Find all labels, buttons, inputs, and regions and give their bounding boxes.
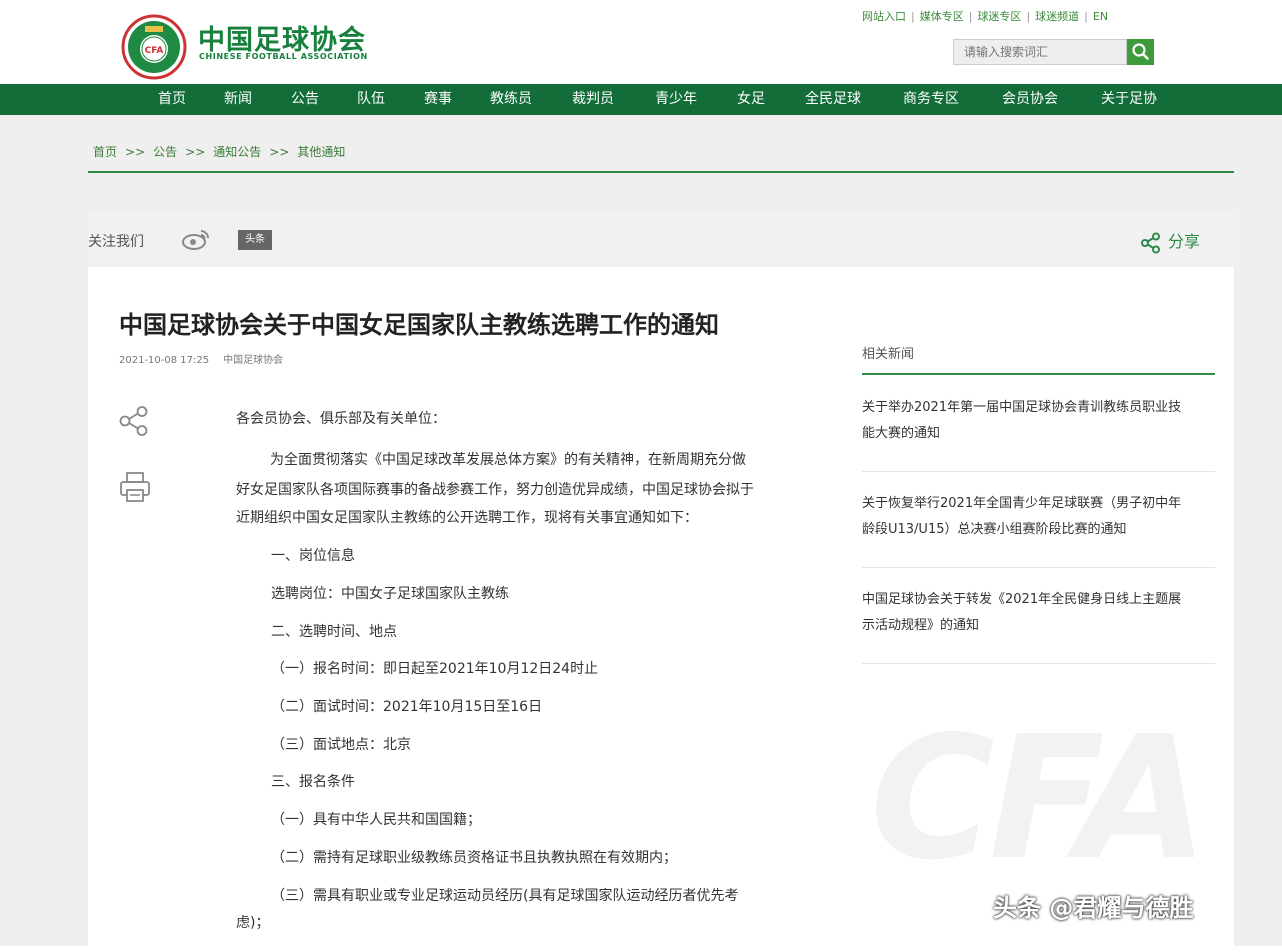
related-news-line: 能大赛的通知 (862, 426, 941, 441)
article-paragraph: （三）面试地点：北京 (271, 737, 411, 753)
related-news-line: 中国足球协会关于转发《2021年全民健身日线上主题展 (862, 592, 1182, 607)
breadcrumb-other-notices[interactable]: 其他通知 (297, 145, 345, 159)
nav-item-events[interactable]: 赛事 (424, 84, 452, 115)
related-news-divider (862, 373, 1215, 375)
article-paragraph: 三、报名条件 (271, 774, 355, 790)
follow-us-label: 关注我们 (88, 234, 144, 250)
share-label: 分享 (1168, 232, 1201, 251)
related-news-line: 关于举办2021年第一届中国足球协会青训教练员职业技 (862, 400, 1182, 415)
article-paragraph: 选聘岗位：中国女子足球国家队主教练 (271, 586, 509, 602)
nav-item-grassroots[interactable]: 全民足球 (805, 84, 861, 115)
related-news-item[interactable]: 关于举办2021年第一届中国足球协会青训教练员职业技 能大赛的通知 (862, 395, 1212, 447)
nav-item-teams[interactable]: 队伍 (357, 84, 385, 115)
nav-item-referees[interactable]: 裁判员 (572, 84, 614, 115)
article-date: 2021-10-08 17:25 (119, 355, 210, 366)
share-button[interactable]: 分享 (1140, 228, 1200, 254)
search-button[interactable] (1127, 39, 1154, 65)
print-icon[interactable] (118, 470, 152, 504)
article-paragraph: 一、岗位信息 (271, 548, 355, 564)
article-paragraph: 好女足国家队各项国际赛事的备战参赛工作，努力创造优异成绩，中国足球协会拟于 (236, 482, 754, 498)
top-link-fans[interactable]: 球迷专区 (977, 10, 1021, 23)
author-credit: 头条 @君耀与德胜 (993, 894, 1194, 922)
article-meta: 2021-10-08 17:25 中国足球协会 (119, 351, 283, 366)
share-icon (1141, 232, 1160, 253)
top-link-divider: | (968, 10, 973, 23)
article-paragraph: （一）具有中华人民共和国国籍； (271, 812, 481, 828)
top-link-divider: | (1084, 10, 1088, 23)
nav-item-news[interactable]: 新闻 (224, 84, 252, 115)
nav-item-home[interactable]: 首页 (158, 84, 186, 115)
cfa-watermark: CFA (870, 700, 1209, 898)
related-news-item[interactable]: 中国足球协会关于转发《2021年全民健身日线上主题展 示活动规程》的通知 (862, 587, 1212, 639)
article-paragraph: （一）报名时间：即日起至2021年10月12日24时止 (271, 661, 599, 677)
breadcrumb-announcements[interactable]: 通知公告 (213, 145, 261, 159)
search-icon (1132, 43, 1149, 60)
article-paragraph: 虑)； (236, 915, 270, 931)
related-news-item[interactable]: 关于恢复举行2021年全国青少年足球联赛（男子初中年 龄段U13/U15）总决赛… (862, 491, 1212, 543)
article-paragraph: 为全面贯彻落实《中国足球改革发展总体方案》的有关精神，在新周期充分做 (270, 452, 746, 468)
site-header: CFA 中国足球协会 CHINESE FOOTBALL ASSOCIATION … (0, 0, 1282, 84)
breadcrumb-separator: >> (269, 145, 290, 159)
article-paragraph: 各会员协会、俱乐部及有关单位： (236, 411, 446, 427)
breadcrumb: 首页 >> 公告 >> 通知公告 >> 其他通知 (93, 143, 345, 160)
related-news-separator (862, 567, 1215, 568)
nav-item-youth[interactable]: 青少年 (655, 84, 697, 115)
breadcrumb-divider (88, 171, 1234, 173)
article-paragraph: 近期组织中国女足国家队主教练的公开选聘工作，现将有关事宜通知如下： (236, 510, 698, 526)
breadcrumb-separator: >> (185, 145, 206, 159)
nav-item-women[interactable]: 女足 (737, 84, 765, 115)
top-link-english[interactable]: EN (1093, 10, 1108, 23)
related-news-heading: 相关新闻 (862, 347, 915, 362)
nav-item-business[interactable]: 商务专区 (903, 84, 959, 115)
main-nav: 首页 新闻 公告 队伍 赛事 教练员 裁判员 青少年 女足 全民足球 商务专区 … (0, 84, 1282, 115)
top-link-media[interactable]: 媒体专区 (920, 10, 964, 23)
nav-item-about[interactable]: 关于足协 (1101, 84, 1157, 115)
search-input[interactable] (953, 39, 1127, 65)
weibo-icon[interactable] (181, 227, 211, 251)
article-paragraph: （三）需具有职业或专业足球运动员经历(具有足球国家队运动经历者优先考 (271, 888, 739, 904)
nav-item-notices[interactable]: 公告 (291, 84, 319, 115)
article-paragraph: 二、选聘时间、地点 (271, 624, 397, 640)
article-share-icon[interactable] (118, 405, 150, 437)
toutiao-icon[interactable]: 头条 (238, 230, 272, 250)
top-link-divider: | (911, 10, 915, 23)
related-news-separator (862, 471, 1215, 472)
top-links: 网站入口 | 媒体专区 | 球迷专区 | 球迷频道 | EN (862, 8, 1108, 24)
related-news-line: 示活动规程》的通知 (862, 618, 980, 633)
top-link-divider: | (1026, 10, 1031, 23)
cfa-emblem-icon[interactable]: CFA (121, 14, 187, 80)
related-news-line: 龄段U13/U15）总决赛小组赛阶段比赛的通知 (862, 522, 1127, 537)
breadcrumb-home[interactable]: 首页 (93, 145, 117, 159)
article-paragraph: （二）面试时间：2021年10月15日至16日 (271, 699, 543, 715)
top-link-fan-channel[interactable]: 球迷频道 (1035, 10, 1079, 23)
related-news-separator (862, 663, 1215, 664)
article-source: 中国足球协会 (223, 355, 284, 366)
article-paragraph: （二）需持有足球职业级教练员资格证书且执教执照在有效期内； (271, 850, 677, 866)
related-news-line: 关于恢复举行2021年全国青少年足球联赛（男子初中年 (862, 496, 1182, 511)
nav-item-member-associations[interactable]: 会员协会 (1002, 84, 1058, 115)
emblem-text: CFA (145, 46, 164, 56)
breadcrumb-notices[interactable]: 公告 (153, 145, 177, 159)
logo-text-en: CHINESE FOOTBALL ASSOCIATION (199, 52, 368, 61)
search-box (953, 39, 1154, 65)
top-link-portal[interactable]: 网站入口 (862, 10, 906, 23)
article-title: 中国足球协会关于中国女足国家队主教练选聘工作的通知 (119, 311, 719, 339)
nav-item-coaches[interactable]: 教练员 (490, 84, 532, 115)
breadcrumb-separator: >> (125, 145, 146, 159)
